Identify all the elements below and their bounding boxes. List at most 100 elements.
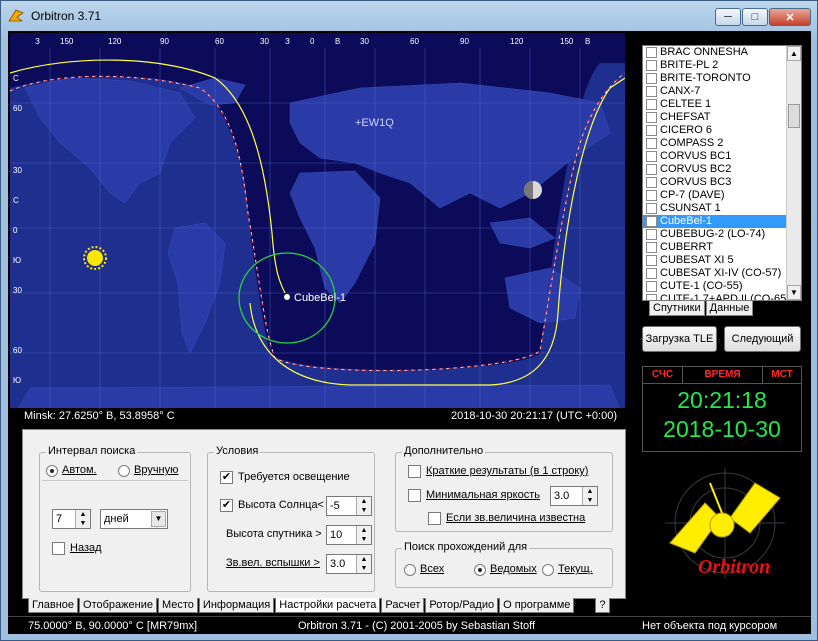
satellite-checkbox[interactable]	[646, 268, 657, 279]
satellite-list-item[interactable]: BRAC ONNESHA	[643, 46, 801, 59]
lighting-label[interactable]: Требуется освещение	[238, 471, 350, 483]
satellite-list-item[interactable]: COMPASS 2	[643, 137, 801, 150]
satellite-list-item[interactable]: CUTE-1 (CO-55)	[643, 280, 801, 293]
satellite-checkbox[interactable]	[646, 73, 657, 84]
satellite-list-item[interactable]: CORVUS BC2	[643, 163, 801, 176]
satellite-list-item[interactable]: CHEFSAT	[643, 111, 801, 124]
tab-8[interactable]: ?	[595, 598, 610, 613]
satellite-checkbox[interactable]	[646, 294, 657, 300]
followed-radio[interactable]	[474, 564, 486, 576]
satellite-checkbox[interactable]	[646, 151, 657, 162]
all-radio[interactable]	[404, 564, 416, 576]
satellite-checkbox[interactable]	[646, 255, 657, 266]
all-radio-label[interactable]: Всех	[420, 563, 444, 575]
satellite-list-item[interactable]: BRITE-TORONTO	[643, 72, 801, 85]
satellite-list-item[interactable]: CORVUS BC3	[643, 176, 801, 189]
satellite-checkbox[interactable]	[646, 99, 657, 110]
scroll-up-icon[interactable]: ▲	[787, 46, 801, 61]
tab-4[interactable]: Настройки расчета	[275, 598, 381, 613]
scroll-thumb[interactable]	[788, 104, 800, 128]
satellite-checkbox[interactable]	[646, 281, 657, 292]
manual-radio-label[interactable]: Вручную	[134, 464, 178, 476]
spin-arrows-icon[interactable]: ▲ ▼	[75, 510, 90, 528]
current-radio-label[interactable]: Текущ.	[558, 563, 593, 575]
days-spinner[interactable]: 7 ▲ ▼	[52, 509, 91, 529]
load-tle-button[interactable]: Загрузка TLE	[642, 326, 717, 352]
satellite-list[interactable]: BRAC ONNESHA BRITE-PL 2 BRITE-TORONTO CANX-…	[642, 45, 802, 301]
satellite-marker[interactable]	[284, 294, 290, 300]
maximize-button[interactable]: □	[742, 8, 768, 26]
satellite-checkbox[interactable]	[646, 177, 657, 188]
short-results-checkbox[interactable]	[408, 465, 421, 478]
map-canvas[interactable]: З 150 120 90 60 30 З 0 В 30 60 90 120 150 В С 60 30 С 0 Ю 30…	[10, 33, 625, 423]
tab-5[interactable]: Расчет	[381, 598, 425, 613]
min-brightness-checkbox[interactable]	[408, 489, 421, 502]
min-brightness-label[interactable]: Минимальная яркость	[426, 489, 540, 501]
flash-mag-spinner[interactable]: 3.0 ▲ ▼	[326, 554, 372, 574]
auto-radio-label[interactable]: Автом.	[62, 464, 97, 476]
tab-3[interactable]: Информация	[198, 598, 275, 613]
sun-altitude-checkbox[interactable]: ✔	[220, 499, 233, 512]
days-unit-select[interactable]: дней ▼	[100, 509, 168, 529]
back-checkbox-label[interactable]: Назад	[70, 542, 102, 554]
satellite-list-item[interactable]: CUBESAT XI 5	[643, 254, 801, 267]
satellite-list-item[interactable]: CELTEE 1	[643, 98, 801, 111]
list-scrollbar[interactable]: ▲ ▼	[786, 46, 801, 300]
clock-local-label[interactable]: МСТ	[763, 367, 801, 383]
tab-7[interactable]: О программе	[499, 598, 575, 613]
spin-arrows-icon[interactable]: ▲ ▼	[356, 526, 371, 544]
minimize-button[interactable]: ─	[715, 8, 741, 26]
satellite-list-item[interactable]: CICERO 6	[643, 124, 801, 137]
if-known-label[interactable]: Если зв.величина известна	[446, 512, 585, 524]
tab-6[interactable]: Ротор/Радио	[425, 598, 499, 613]
title-bar[interactable]: Orbitron 3.71 ─ □ ✕	[1, 1, 817, 31]
satellite-list-item[interactable]: CUBERRT	[643, 241, 801, 254]
spin-arrows-icon[interactable]: ▲ ▼	[356, 497, 371, 515]
satellite-checkbox[interactable]	[646, 112, 657, 123]
satellite-checkbox[interactable]	[646, 229, 657, 240]
chevron-down-icon[interactable]: ▼	[151, 511, 166, 527]
auto-radio[interactable]	[46, 465, 58, 477]
sat-altitude-spinner[interactable]: 10 ▲ ▼	[326, 525, 372, 545]
tab-2[interactable]: Место	[157, 598, 198, 613]
spin-arrows-icon[interactable]: ▲ ▼	[582, 487, 597, 505]
tab-satellites[interactable]: Спутники	[649, 301, 705, 316]
clock-utc-label[interactable]: СЧС	[643, 367, 683, 383]
sun-altitude-label[interactable]: Высота Солнца<	[238, 499, 324, 511]
satellite-checkbox[interactable]	[646, 203, 657, 214]
satellite-checkbox[interactable]	[646, 86, 657, 97]
satellite-list-item[interactable]: ✔ CubeBel-1	[643, 215, 801, 228]
short-results-label[interactable]: Краткие результаты (в 1 строку)	[426, 465, 588, 477]
satellite-checkbox[interactable]	[646, 47, 657, 58]
next-button[interactable]: Следующий	[724, 326, 801, 352]
scroll-down-icon[interactable]: ▼	[787, 285, 801, 300]
satellite-checkbox[interactable]	[646, 190, 657, 201]
if-known-checkbox[interactable]	[428, 512, 441, 525]
current-radio[interactable]	[542, 564, 554, 576]
satellite-checkbox[interactable]	[646, 242, 657, 253]
satellite-checkbox[interactable]	[646, 125, 657, 136]
satellite-checkbox[interactable]	[646, 164, 657, 175]
satellite-checkbox[interactable]: ✔	[646, 216, 657, 227]
manual-radio[interactable]	[118, 465, 130, 477]
satellite-list-item[interactable]: CSUNSAT 1	[643, 202, 801, 215]
satellite-list-item[interactable]: CUBESAT XI-IV (CO-57)	[643, 267, 801, 280]
tab-data[interactable]: Данные	[705, 301, 754, 316]
satellite-list-item[interactable]: CUBEBUG-2 (LO-74)	[643, 228, 801, 241]
satellite-list-item[interactable]: CANX-7	[643, 85, 801, 98]
followed-radio-label[interactable]: Ведомых	[490, 563, 537, 575]
satellite-list-item[interactable]: CP-7 (DAVE)	[643, 189, 801, 202]
tab-0[interactable]: Главное	[28, 598, 79, 613]
lighting-checkbox[interactable]: ✔	[220, 471, 233, 484]
close-button[interactable]: ✕	[769, 8, 811, 26]
satellite-list-item[interactable]: BRITE-PL 2	[643, 59, 801, 72]
spin-arrows-icon[interactable]: ▲ ▼	[356, 555, 371, 573]
sun-altitude-spinner[interactable]: -5 ▲ ▼	[326, 496, 372, 516]
satellite-checkbox[interactable]	[646, 138, 657, 149]
satellite-list-item[interactable]: CUTE-1.7+APD II (CO-65)	[643, 293, 801, 300]
satellite-list-item[interactable]: CORVUS BC1	[643, 150, 801, 163]
min-brightness-spinner[interactable]: 3.0 ▲ ▼	[550, 486, 598, 506]
tab-1[interactable]: Отображение	[79, 598, 157, 613]
world-map[interactable]: З 150 120 90 60 30 З 0 В 30 60 90 120 150 В С 60 30 С 0 Ю 30…	[10, 33, 625, 423]
satellite-checkbox[interactable]	[646, 60, 657, 71]
